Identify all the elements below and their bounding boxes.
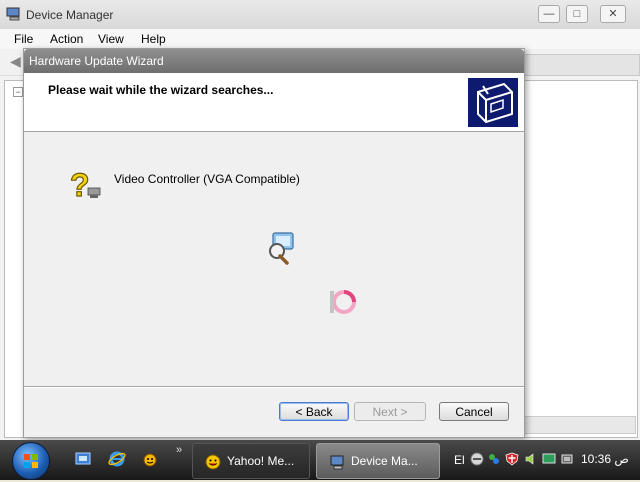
language-indicator[interactable]: El xyxy=(454,453,465,467)
wizard-heading: Please wait while the wizard searches... xyxy=(48,83,274,97)
back-button[interactable]: < Back xyxy=(279,402,349,421)
wizard-header: Please wait while the wizard searches... xyxy=(24,73,524,132)
quick-launch-overflow-icon[interactable]: » xyxy=(176,444,182,456)
yahoo-smiley-icon xyxy=(205,454,221,470)
clock[interactable]: 10:36 ص xyxy=(581,452,629,466)
shield-icon[interactable] xyxy=(505,452,519,466)
network-icon[interactable] xyxy=(470,452,484,466)
menu-bar: File Action View Help xyxy=(0,29,640,49)
task-label-yahoo: Yahoo! Me... xyxy=(227,454,295,468)
computer-icon xyxy=(6,7,20,21)
power-icon[interactable] xyxy=(560,452,574,466)
device-manager-titlebar[interactable]: Device Manager — □ ✕ xyxy=(0,0,640,30)
task-label-device-manager: Device Ma... xyxy=(351,454,418,468)
toolbar-strip xyxy=(524,54,640,76)
hardware-update-wizard-dialog: Hardware Update Wizard Please wait while… xyxy=(23,48,525,438)
maximize-button[interactable]: □ xyxy=(566,5,588,23)
svg-text:?: ? xyxy=(70,168,90,203)
menu-help[interactable]: Help xyxy=(141,32,166,46)
windows-logo-icon xyxy=(24,454,38,468)
taskbar: » Yahoo! Me... Device Ma... El 10:36 ص xyxy=(0,440,640,480)
device-name-label: Video Controller (VGA Compatible) xyxy=(114,172,300,186)
taskbar-button-device-manager[interactable]: Device Ma... xyxy=(316,443,440,479)
back-arrow-icon[interactable]: ◀ xyxy=(10,53,21,70)
wizard-titlebar[interactable]: Hardware Update Wizard xyxy=(24,49,524,73)
tree-collapse-icon[interactable]: − xyxy=(13,87,23,97)
next-button[interactable]: Next > xyxy=(354,402,426,421)
search-computer-icon xyxy=(269,232,294,265)
messenger-icon[interactable] xyxy=(487,452,501,466)
taskbar-button-yahoo-messenger[interactable]: Yahoo! Me... xyxy=(192,443,310,479)
menu-view[interactable]: View xyxy=(98,32,124,46)
internet-explorer-icon[interactable] xyxy=(108,450,126,468)
window-title: Device Manager xyxy=(26,8,114,22)
menu-action[interactable]: Action xyxy=(50,32,83,46)
show-desktop-icon[interactable] xyxy=(74,450,92,468)
hardware-board-icon xyxy=(468,78,518,127)
wizard-footer-divider xyxy=(24,386,524,388)
wizard-title: Hardware Update Wizard xyxy=(29,54,164,68)
start-button[interactable] xyxy=(12,442,50,480)
speaker-icon[interactable] xyxy=(524,452,538,466)
unknown-device-icon: ? xyxy=(69,168,101,204)
status-bar xyxy=(524,416,636,434)
monitor-icon[interactable] xyxy=(542,452,556,466)
cancel-button[interactable]: Cancel xyxy=(439,402,509,421)
menu-file[interactable]: File xyxy=(14,32,33,46)
yahoo-messenger-quick-icon[interactable] xyxy=(141,450,159,468)
busy-spinner-icon xyxy=(330,290,356,314)
device-manager-icon xyxy=(330,455,344,470)
minimize-button[interactable]: — xyxy=(538,5,560,23)
close-button[interactable]: ✕ xyxy=(600,5,626,23)
